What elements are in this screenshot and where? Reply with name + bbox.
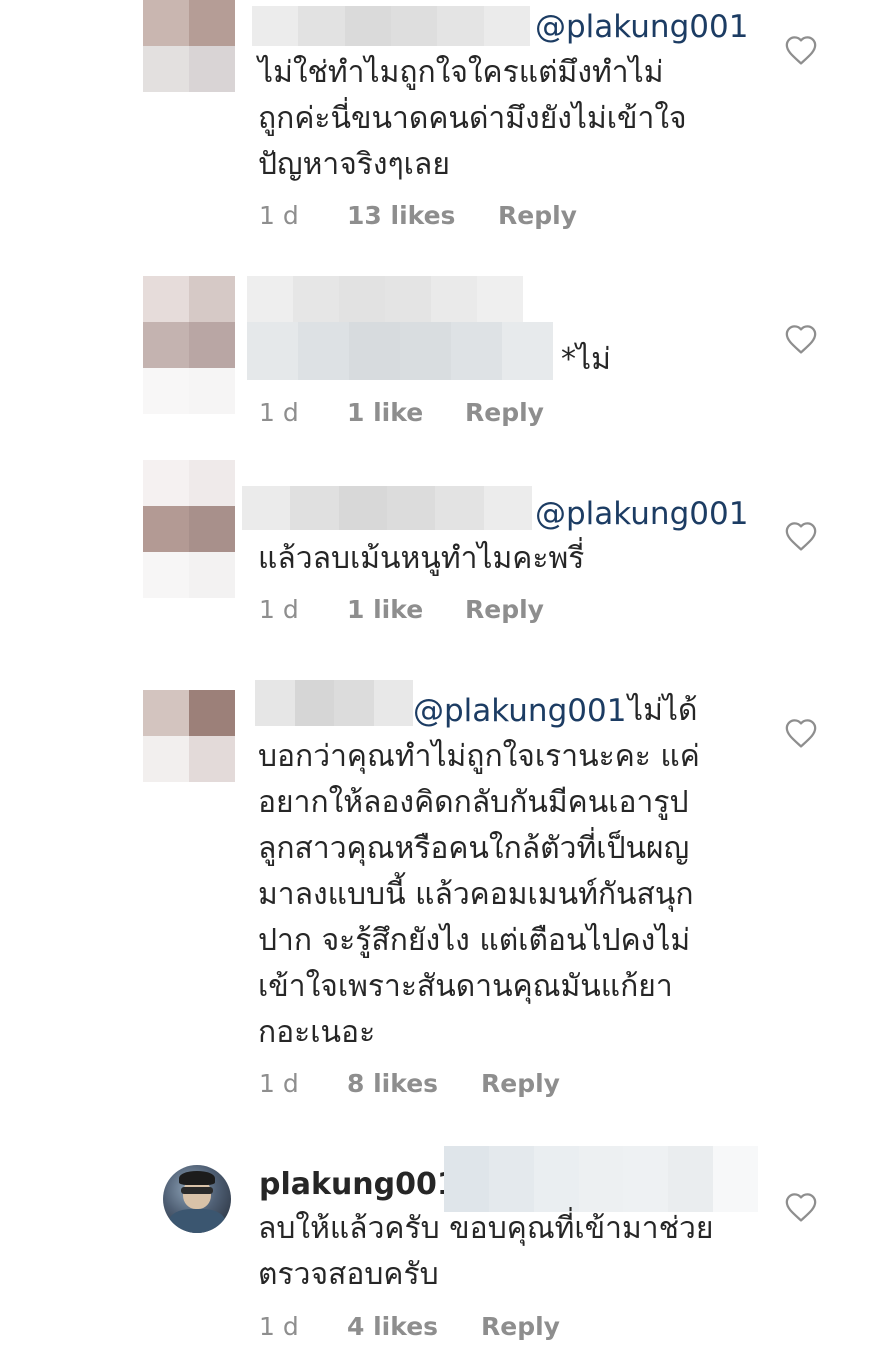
mention-link[interactable]: @plakung001 (413, 688, 626, 734)
comment-text-line: ตรวจสอบครับ (258, 1257, 439, 1292)
comment-text-line: ถูกค่ะนี่ขนาดคนด่ามึงยังไม่เข้าใจ (258, 101, 687, 136)
username-blurred[interactable] (242, 486, 532, 530)
username-blurred[interactable] (247, 276, 523, 322)
avatar[interactable] (163, 1165, 231, 1233)
avatar-glasses (181, 1187, 213, 1194)
comment-text-line: มาลงแบบนี้ แล้วคอมเมนท์กันสนุก (258, 877, 694, 912)
mention-link[interactable]: @plakung001 (535, 491, 748, 537)
reply-button[interactable]: Reply (498, 201, 577, 231)
comment-time: 1 d (259, 398, 299, 427)
comment-text-line: ไม่ใช่ทำไมถูกใจใครแต่มึงทำไม่ (258, 55, 664, 90)
comment-text: ลบให้แล้วครับ ขอบคุณที่เข้ามาช่วย ตรวจสอ… (258, 1206, 758, 1298)
comment-text-line: ปาก จะรู้สึกยังไง แต่เตือนไปคงไม่ (258, 923, 691, 958)
reply-button[interactable]: Reply (465, 595, 544, 625)
comment-text-line: เข้าใจเพราะสันดานคุณมันแก้ยา (258, 969, 673, 1004)
avatar[interactable] (143, 0, 235, 92)
heart-icon[interactable] (784, 520, 818, 552)
likes-count[interactable]: 13 likes (347, 201, 455, 231)
comment-text: แล้วลบเม้นหนูทำไมคะพรี่ (258, 536, 758, 582)
comment-text-line: บอกว่าคุณทำไม่ถูกใจเรานะคะ แค่ (258, 739, 700, 774)
reply-button[interactable]: Reply (481, 1069, 560, 1099)
avatar-body (169, 1209, 225, 1233)
comment-time: 1 d (259, 595, 299, 624)
comment-time: 1 d (259, 1312, 299, 1341)
avatar[interactable] (143, 690, 235, 782)
likes-count[interactable]: 8 likes (347, 1069, 438, 1099)
heart-icon[interactable] (784, 323, 818, 355)
avatar[interactable] (143, 276, 235, 414)
comment-text-line: อยากให้ลองคิดกลับกันมีคนเอารูป (258, 785, 689, 820)
heart-icon[interactable] (784, 717, 818, 749)
username-blurred[interactable] (255, 680, 413, 726)
username[interactable]: plakung001 (259, 1162, 458, 1208)
comment-text-line: ไม่ได้ (628, 693, 698, 728)
comment-time: 1 d (259, 201, 299, 230)
text-blurred (444, 1146, 758, 1212)
comment-text: บอกว่าคุณทำไม่ถูกใจเรานะคะ แค่ อยากให้ลอ… (258, 734, 758, 1056)
avatar[interactable] (143, 460, 235, 598)
username-blurred[interactable] (252, 6, 530, 46)
text-blurred (247, 322, 553, 380)
comment-text-line: แล้วลบเม้นหนูทำไมคะพรี่ (258, 541, 585, 576)
comment-time: 1 d (259, 1069, 299, 1098)
comment-text-line: ปัญหาจริงๆเลย (258, 147, 450, 182)
mention-link[interactable]: @plakung001 (535, 4, 748, 50)
comment-text: ไม่ใช่ทำไมถูกใจใครแต่มึงทำไม่ ถูกค่ะนี่ข… (258, 50, 758, 188)
comment-text-line: ลบให้แล้วครับ ขอบคุณที่เข้ามาช่วย (258, 1211, 714, 1246)
comment-text: *ไม่ (561, 342, 611, 377)
comment-text-line: กอะเนอะ (258, 1015, 376, 1050)
heart-icon[interactable] (784, 34, 818, 66)
reply-button[interactable]: Reply (481, 1312, 560, 1342)
likes-count[interactable]: 4 likes (347, 1312, 438, 1342)
comment-text-line: ลูกสาวคุณหรือคนใกล้ตัวที่เป็นผญ (258, 831, 690, 866)
likes-count[interactable]: 1 like (347, 595, 423, 625)
avatar-hair (179, 1171, 215, 1185)
reply-button[interactable]: Reply (465, 398, 544, 428)
likes-count[interactable]: 1 like (347, 398, 423, 428)
heart-icon[interactable] (784, 1191, 818, 1223)
